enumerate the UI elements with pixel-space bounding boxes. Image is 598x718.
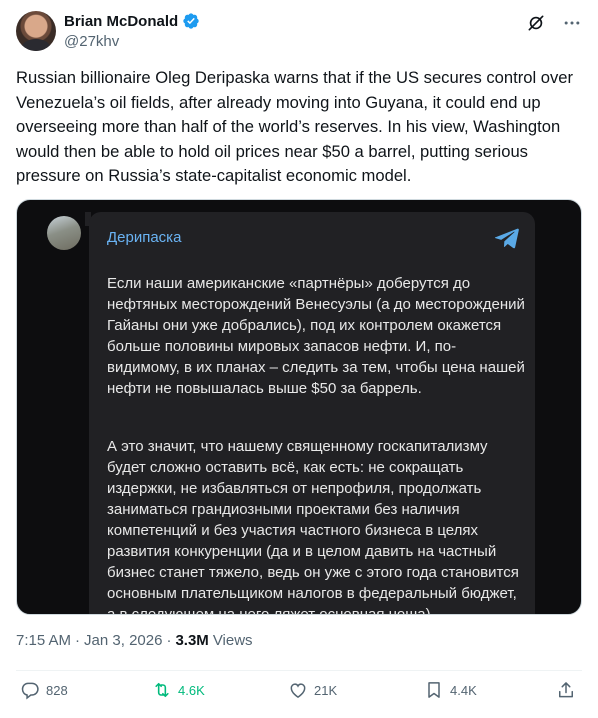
reply-count: 828 <box>46 682 68 698</box>
avatar[interactable] <box>16 11 56 51</box>
channel-message-text: Если наши американские «партнёры» доберу… <box>107 252 525 615</box>
like-count: 21K <box>314 682 338 698</box>
verified-badge-icon <box>183 13 199 29</box>
meta-separator: · <box>75 632 81 649</box>
like-button[interactable]: 21K <box>288 680 337 700</box>
tweet-meta: 7:15 AM · Jan 3, 2026 · 3.3M Views <box>16 632 253 649</box>
tweet-time[interactable]: 7:15 AM <box>16 632 71 649</box>
tweet-media-image[interactable]: Дерипаска Если наши американские «партнё… <box>16 199 582 615</box>
reply-icon <box>21 682 39 700</box>
divider <box>16 670 582 671</box>
telegram-icon <box>494 228 519 249</box>
author-name[interactable]: Brian McDonald <box>64 13 178 30</box>
reply-button[interactable]: 828 <box>20 680 68 700</box>
tweet-text: Russian billionaire Oleg Deripaska warns… <box>16 68 574 186</box>
grok-icon[interactable] <box>526 13 546 33</box>
channel-avatar <box>47 216 81 250</box>
tweet-actions: 828 4.6K 21K 4.4K <box>16 680 582 708</box>
more-icon[interactable] <box>562 13 582 33</box>
message-paragraph: А это значит, что нашему священному госк… <box>107 438 519 615</box>
bookmark-count: 4.4K <box>450 682 477 698</box>
author-name-row: Brian McDonald <box>64 12 200 30</box>
share-button[interactable] <box>556 680 576 700</box>
header-actions <box>526 13 582 33</box>
bookmark-icon <box>428 682 440 698</box>
tweet-date[interactable]: Jan 3, 2026 <box>84 632 162 649</box>
tweet-header: Brian McDonald @27khv <box>16 11 582 55</box>
like-icon <box>290 683 306 698</box>
repost-button[interactable]: 4.6K <box>152 680 205 700</box>
telegram-message-bubble: Дерипаска Если наши американские «партнё… <box>89 212 535 615</box>
retweet-icon <box>155 682 169 698</box>
views-label: Views <box>212 632 253 649</box>
channel-name: Дерипаска <box>107 229 182 246</box>
repost-count: 4.6K <box>178 682 205 698</box>
meta-separator: · <box>166 632 172 649</box>
views-count: 3.3M <box>175 632 209 649</box>
author-handle[interactable]: @27khv <box>64 33 119 50</box>
message-paragraph: Если наши американские «партнёры» доберу… <box>107 275 525 397</box>
share-icon <box>559 682 573 698</box>
bookmark-button[interactable]: 4.4K <box>424 680 477 700</box>
